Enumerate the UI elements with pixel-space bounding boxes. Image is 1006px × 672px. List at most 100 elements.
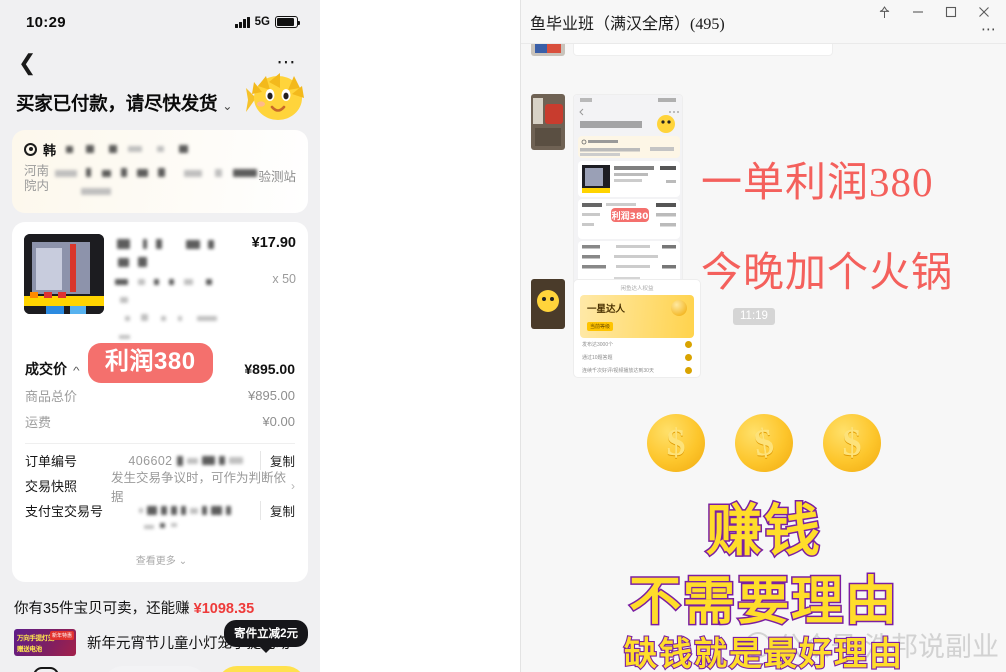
network-label: 5G xyxy=(254,16,270,28)
amount-row: 运费 ¥0.00 xyxy=(25,408,295,434)
meme-text-line2: 不需要理由 不需要理由 xyxy=(521,559,1006,635)
gear-icon xyxy=(685,367,692,374)
back-chevron-icon[interactable]: ❮ xyxy=(18,52,36,74)
promo-thumb-line1: 万向手提灯笼 xyxy=(17,635,55,642)
list-item xyxy=(531,44,833,56)
ship-order-button[interactable]: 去发货 xyxy=(216,666,306,672)
coin-icon xyxy=(671,300,687,316)
battery-icon xyxy=(275,16,301,28)
contact-buyer-button[interactable]: 联系买家 xyxy=(14,666,78,672)
redacted-name-blocks xyxy=(62,145,189,153)
cancel-order-button[interactable]: 取消订单 xyxy=(102,666,207,672)
product-thumbnail-icon xyxy=(24,234,104,314)
earn-summary: 你有35件宝贝可卖，还能赚 ¥1098.35 xyxy=(0,582,320,618)
chevron-down-icon[interactable]: ⌄ xyxy=(222,99,232,113)
copy-alipay-trade-button[interactable]: 复制 xyxy=(259,501,295,520)
product-row[interactable]: ¥17.90 x 50 xyxy=(12,222,308,354)
avatar[interactable] xyxy=(531,44,565,56)
amount-row: 商品总价 ¥895.00 xyxy=(25,382,295,408)
message-card-rights[interactable]: 闲鱼达人权益 一星达人 当前等级 发布达3000个 通过10题答题 连续千次好评… xyxy=(573,279,701,378)
rights-item-label: 发布达3000个 xyxy=(582,342,614,348)
order-detail-card: ¥17.90 x 50 成交价 ^ （在支付宝担保账户中） ¥895.00 商品… xyxy=(12,222,308,582)
order-status-header: 买家已付款，请尽快发货 ⌄ xyxy=(0,73,320,122)
more-dots-icon[interactable]: ⋯ xyxy=(277,53,299,73)
alipay-trade-value-overflow xyxy=(25,523,295,535)
message-image[interactable] xyxy=(573,44,833,56)
order-meta-block: 订单编号 406602 复制 交易快照 发生交易争议时，可作为判断依据 › 支付… xyxy=(12,444,308,539)
signal-bars-icon xyxy=(235,16,250,28)
rights-card-header: 闲鱼达人权益 xyxy=(620,286,654,292)
gear-icon xyxy=(685,341,692,348)
order-action-bar: 联系买家 取消订单 去发货 xyxy=(0,656,320,672)
trade-snapshot-hint-group: 发生交易争议时，可作为判断依据 xyxy=(111,467,288,505)
order-number-value-group: 406602 xyxy=(111,454,260,468)
meme-text-line3: 缺钱就是最好理由 缺钱就是最好理由 xyxy=(521,627,1006,672)
address-detail-row: 河南 院内 xyxy=(24,164,296,200)
order-number-value: 406602 xyxy=(128,453,173,468)
screenshot-root: 10:29 5G ❮ ⋯ 买家已付款，请尽快发货 ⌄ 韩 河南 院内 验测站 ¥… xyxy=(0,0,1006,672)
amount-value: ¥0.00 xyxy=(262,413,295,429)
view-more-button[interactable]: 查看更多 ⌄ xyxy=(12,539,308,582)
chevron-down-icon: ⌄ xyxy=(178,556,188,567)
address-region: 河南 院内 xyxy=(24,164,50,193)
promo-thumbnail-icon: 万向手提灯笼 赠送电池 新年特惠 xyxy=(14,629,76,656)
avatar[interactable] xyxy=(531,279,565,329)
location-target-icon xyxy=(24,142,37,156)
coin-icon: $ xyxy=(823,414,881,472)
product-title-redacted xyxy=(104,234,230,344)
maximize-icon[interactable] xyxy=(934,0,967,24)
meme-promo-overlay: $ $ $ 公众号 浩邦说副业 赚钱 赚钱 不需要理由 不需要理由 缺钱就是最好… xyxy=(521,404,1006,672)
svg-text:利润380: 利润380 xyxy=(611,210,649,222)
window-more-icon[interactable]: ⋯ xyxy=(981,22,998,37)
message-text-line1: 一单利润380 xyxy=(701,159,934,205)
meme-text-line3-fill: 缺钱就是最好理由 xyxy=(623,633,904,672)
deal-price-label: 成交价 xyxy=(25,361,67,377)
amount-label: 运费 xyxy=(25,414,52,430)
rights-card-tag: 当前等级 xyxy=(587,322,614,331)
amount-value: ¥895.00 xyxy=(248,387,295,403)
promo-thumb-line2: 赠送电池 xyxy=(17,646,42,653)
earn-prefix: 你有35件宝贝可卖，还能赚 xyxy=(14,601,194,617)
meme-text-line2-fill: 不需要理由 xyxy=(627,571,899,634)
trade-snapshot-label: 交易快照 xyxy=(25,479,78,494)
chevron-right-icon[interactable]: › xyxy=(291,479,295,493)
order-number-label: 订单编号 xyxy=(25,454,78,469)
status-indicators: 5G xyxy=(235,16,301,28)
amount-label: 商品总价 xyxy=(25,388,78,404)
rights-card-banner: 一星达人 当前等级 xyxy=(580,295,694,338)
list-item: 闲鱼达人权益 一星达人 当前等级 发布达3000个 通过10题答题 连续千次好评… xyxy=(531,279,701,378)
earn-amount: ¥1098.35 xyxy=(193,601,255,617)
list-item: 通过10题答题 xyxy=(574,351,700,364)
message-timestamp: 11:19 xyxy=(733,308,775,325)
avatar[interactable] xyxy=(531,94,565,150)
chat-bubble-icon xyxy=(33,666,59,672)
alipay-trade-label: 支付宝交易号 xyxy=(25,504,104,519)
rights-item-label: 通过10题答题 xyxy=(582,355,613,361)
phone-status-bar: 10:29 5G xyxy=(0,0,320,44)
coin-icon: $ xyxy=(731,410,797,476)
product-price: ¥17.90 xyxy=(251,235,296,251)
pin-icon[interactable] xyxy=(868,0,901,24)
rights-item-label: 连续千次好评/视频播放达到30天 xyxy=(582,368,654,374)
promo-row[interactable]: 万向手提灯笼 赠送电池 新年特惠 新年元宵节儿童小灯笼手提电动 寄件立减2元 xyxy=(0,618,320,656)
wechat-group-window: 鱼毕业班（满汉全席）(495) ⋯ 利润380 一单利润380 今晚加个火锅 1… xyxy=(520,0,1006,672)
coin-icon: $ xyxy=(647,414,705,472)
minimize-icon[interactable] xyxy=(901,0,934,24)
deal-price-value: ¥895.00 xyxy=(244,361,295,377)
view-more-label: 查看更多 xyxy=(135,556,176,567)
phone-screenshot-pane: 10:29 5G ❮ ⋯ 买家已付款，请尽快发货 ⌄ 韩 河南 院内 验测站 ¥… xyxy=(0,0,520,672)
chevron-up-icon[interactable]: ^ xyxy=(74,366,81,377)
window-title-bar[interactable]: 鱼毕业班（满汉全席）(495) ⋯ xyxy=(521,0,1006,44)
delivery-address-card[interactable]: 韩 河南 院内 验测站 xyxy=(12,130,308,213)
product-price-column: ¥17.90 x 50 xyxy=(230,234,296,344)
meme-text-line1: 赚钱 赚钱 xyxy=(521,486,1006,567)
profit-overlay-badge: 利润380 xyxy=(88,343,213,383)
promo-thumb-badge: 新年特惠 xyxy=(49,631,74,640)
list-item: 发布达3000个 xyxy=(574,338,700,351)
coin-row: $ $ $ xyxy=(647,410,881,476)
trade-snapshot-row[interactable]: 交易快照 发生交易争议时，可作为判断依据 › xyxy=(25,471,295,504)
meme-text-line1-fill: 赚钱 xyxy=(705,498,822,566)
gear-icon xyxy=(685,354,692,361)
trade-snapshot-hint: 发生交易争议时，可作为判断依据 xyxy=(111,470,287,504)
address-station-badge: 验测站 xyxy=(258,170,296,184)
